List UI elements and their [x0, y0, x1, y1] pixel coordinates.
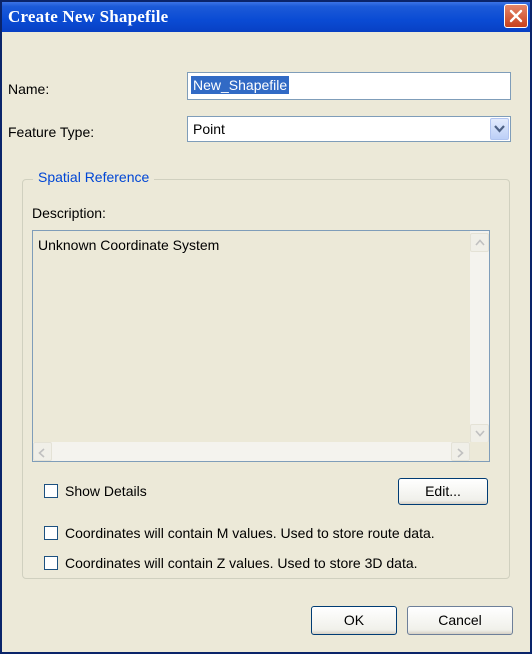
description-textarea[interactable]: Unknown Coordinate System	[32, 230, 490, 462]
ok-button[interactable]: OK	[311, 606, 397, 635]
scrollbar-corner	[470, 442, 489, 461]
m-values-checkbox[interactable]	[44, 526, 58, 540]
z-values-label[interactable]: Coordinates will contain Z values. Used …	[65, 555, 418, 571]
edit-button-label: Edit...	[425, 483, 461, 499]
edit-button[interactable]: Edit...	[398, 478, 488, 505]
scroll-right-button[interactable]	[451, 442, 470, 461]
feature-type-select[interactable]: Point	[187, 116, 511, 142]
chevron-right-icon	[457, 448, 464, 458]
name-label: Name:	[8, 81, 50, 97]
scroll-down-button[interactable]	[470, 424, 489, 443]
chevron-up-icon	[475, 239, 485, 246]
chevron-down-icon	[475, 430, 485, 437]
horizontal-scrollbar[interactable]	[33, 442, 470, 461]
spatial-reference-title: Spatial Reference	[33, 169, 155, 185]
vertical-scrollbar[interactable]	[470, 231, 489, 443]
z-values-checkbox[interactable]	[44, 556, 58, 570]
name-input[interactable]: New_Shapefile	[187, 72, 511, 100]
show-details-label[interactable]: Show Details	[65, 483, 147, 499]
ok-button-label: OK	[343, 612, 365, 628]
description-label: Description:	[32, 205, 106, 221]
scroll-left-button[interactable]	[33, 442, 52, 461]
description-text: Unknown Coordinate System	[38, 237, 220, 253]
cancel-button-label: Cancel	[438, 612, 482, 628]
show-details-checkbox[interactable]	[44, 484, 58, 498]
name-input-value: New_Shapefile	[191, 76, 290, 94]
m-values-label[interactable]: Coordinates will contain M values. Used …	[65, 525, 435, 541]
chevron-left-icon	[38, 448, 45, 458]
feature-type-value: Point	[193, 121, 225, 137]
chevron-down-icon	[494, 125, 505, 133]
feature-type-label: Feature Type:	[8, 124, 95, 140]
create-shapefile-dialog: Create New Shapefile Name: New_Shapefile…	[0, 0, 532, 654]
close-button[interactable]	[504, 4, 528, 28]
feature-type-dropdown-button[interactable]	[490, 118, 509, 140]
close-icon	[509, 9, 523, 23]
scroll-up-button[interactable]	[470, 233, 489, 252]
dialog-title: Create New Shapefile	[8, 7, 169, 26]
title-bar[interactable]: Create New Shapefile	[2, 2, 530, 32]
cancel-button[interactable]: Cancel	[407, 606, 513, 635]
